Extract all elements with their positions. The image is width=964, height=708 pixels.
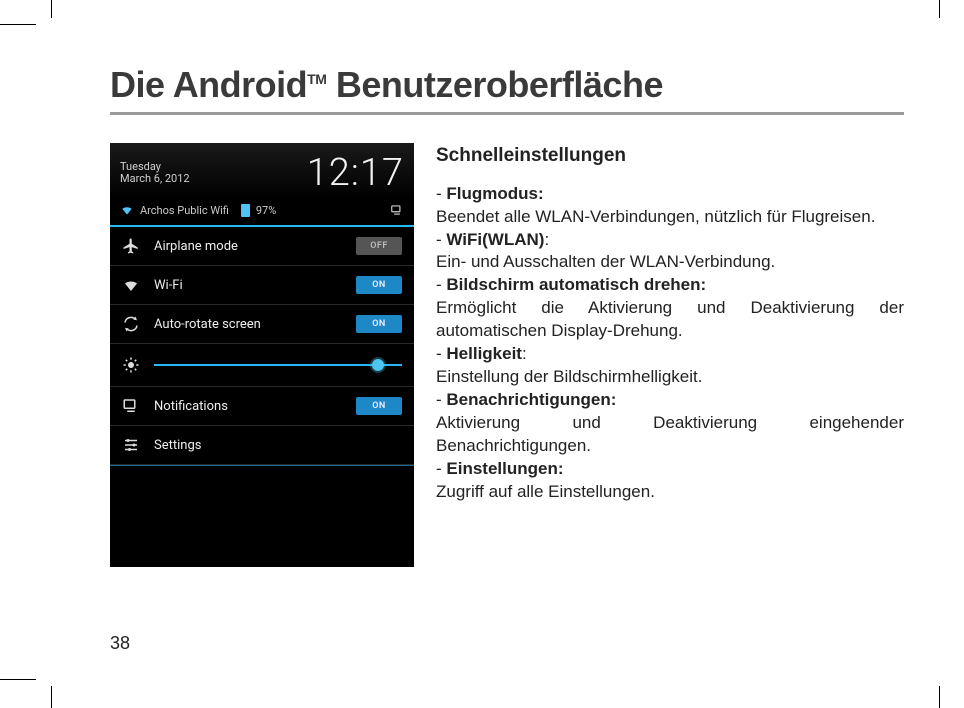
quick-setting-wifi[interactable]: Wi-Fi ON bbox=[110, 266, 414, 305]
airplane-label: Airplane mode bbox=[154, 239, 356, 254]
crop-mark bbox=[0, 24, 36, 25]
brightness-icon bbox=[122, 356, 140, 374]
notification-status-icon bbox=[390, 203, 404, 217]
flug-body: Beendet alle WLAN-Verbindungen, nützlich… bbox=[436, 206, 904, 229]
brightness-slider[interactable] bbox=[154, 364, 402, 366]
wifi-body: Ein- und Ausschalten der WLAN-Verbindung… bbox=[436, 251, 904, 274]
rotate-toggle[interactable]: ON bbox=[356, 315, 402, 333]
quick-setting-airplane[interactable]: Airplane mode OFF bbox=[110, 227, 414, 266]
title-underline bbox=[110, 112, 904, 115]
wifi-head: WiFi(WLAN) bbox=[446, 230, 544, 249]
item-notifications: - Benachrichtigungen: bbox=[436, 389, 904, 412]
page-number: 38 bbox=[110, 633, 130, 654]
quick-setting-brightness[interactable] bbox=[110, 344, 414, 387]
item-settings: - Einstellungen: bbox=[436, 458, 904, 481]
status-date: Tuesday March 6, 2012 bbox=[120, 161, 190, 185]
content-area: Die AndroidTM Benutzeroberfläche Tuesday… bbox=[110, 64, 904, 567]
wifi-label: Wi-Fi bbox=[154, 278, 356, 293]
brightness-slider-thumb[interactable] bbox=[372, 359, 384, 371]
crop-mark bbox=[51, 686, 52, 708]
quick-setting-rotate[interactable]: Auto-rotate screen ON bbox=[110, 305, 414, 344]
description-column: Schnelleinstellungen - Flugmodus: Beende… bbox=[436, 143, 904, 567]
item-wifi: - WiFi(WLAN): bbox=[436, 229, 904, 252]
item-brightness: - Helligkeit: bbox=[436, 343, 904, 366]
rotate-label: Auto-rotate screen bbox=[154, 317, 356, 332]
wifi-icon bbox=[120, 203, 134, 217]
quick-setting-notifications[interactable]: Notifications ON bbox=[110, 387, 414, 426]
notif-head: Benachrichtigungen: bbox=[446, 390, 616, 409]
rotate-icon bbox=[122, 315, 140, 333]
trademark-symbol: TM bbox=[307, 71, 326, 87]
settings-icon bbox=[122, 436, 140, 454]
wifi-ssid: Archos Public Wifi bbox=[140, 204, 229, 217]
settings-head: Einstellungen: bbox=[446, 459, 563, 478]
two-column-layout: Tuesday March 6, 2012 12:17 Archos Publi… bbox=[110, 143, 904, 567]
notifications-toggle[interactable]: ON bbox=[356, 397, 402, 415]
wifi-toggle[interactable]: ON bbox=[356, 276, 402, 294]
page-frame: Die AndroidTM Benutzeroberfläche Tuesday… bbox=[0, 0, 964, 708]
bright-body: Einstellung der Bildschirmhelligkeit. bbox=[436, 366, 904, 389]
crop-mark bbox=[0, 679, 36, 680]
airplane-toggle[interactable]: OFF bbox=[356, 237, 402, 255]
wifi-icon bbox=[122, 276, 140, 294]
bright-head: Helligkeit bbox=[446, 344, 522, 363]
notifications-label: Notifications bbox=[154, 399, 356, 414]
airplane-icon bbox=[122, 237, 140, 255]
item-flugmodus: - Flugmodus: bbox=[436, 183, 904, 206]
item-rotate: - Bildschirm automatisch drehen: bbox=[436, 274, 904, 297]
status-clock: 12:17 bbox=[307, 151, 404, 195]
status-bar: Tuesday March 6, 2012 12:17 bbox=[110, 143, 414, 199]
section-heading: Schnelleinstellungen bbox=[436, 143, 904, 169]
page-title: Die AndroidTM Benutzeroberfläche bbox=[110, 64, 904, 106]
rotate-head: Bildschirm automatisch drehen: bbox=[446, 275, 706, 294]
status-info-row: Archos Public Wifi 97% bbox=[110, 199, 414, 225]
battery-icon bbox=[241, 204, 250, 217]
divider bbox=[110, 465, 414, 466]
date-full: March 6, 2012 bbox=[120, 173, 190, 185]
settings-body: Zugriff auf alle Einstellungen. bbox=[436, 481, 904, 504]
rotate-body: Ermöglicht die Aktivierung und Deaktivie… bbox=[436, 297, 904, 343]
device-screenshot: Tuesday March 6, 2012 12:17 Archos Publi… bbox=[110, 143, 414, 567]
crop-mark bbox=[939, 0, 940, 18]
title-text-2: Benutzeroberfläche bbox=[326, 64, 663, 105]
notifications-icon bbox=[122, 397, 140, 415]
settings-label: Settings bbox=[154, 438, 402, 453]
crop-mark bbox=[51, 0, 52, 18]
quick-setting-settings[interactable]: Settings bbox=[110, 426, 414, 465]
crop-mark bbox=[939, 686, 940, 708]
flug-head: Flugmodus: bbox=[446, 184, 543, 203]
notif-body: Aktivierung und Deaktivierung eingehende… bbox=[436, 412, 904, 458]
title-text-1: Die Android bbox=[110, 64, 307, 105]
battery-percent: 97% bbox=[256, 204, 276, 217]
